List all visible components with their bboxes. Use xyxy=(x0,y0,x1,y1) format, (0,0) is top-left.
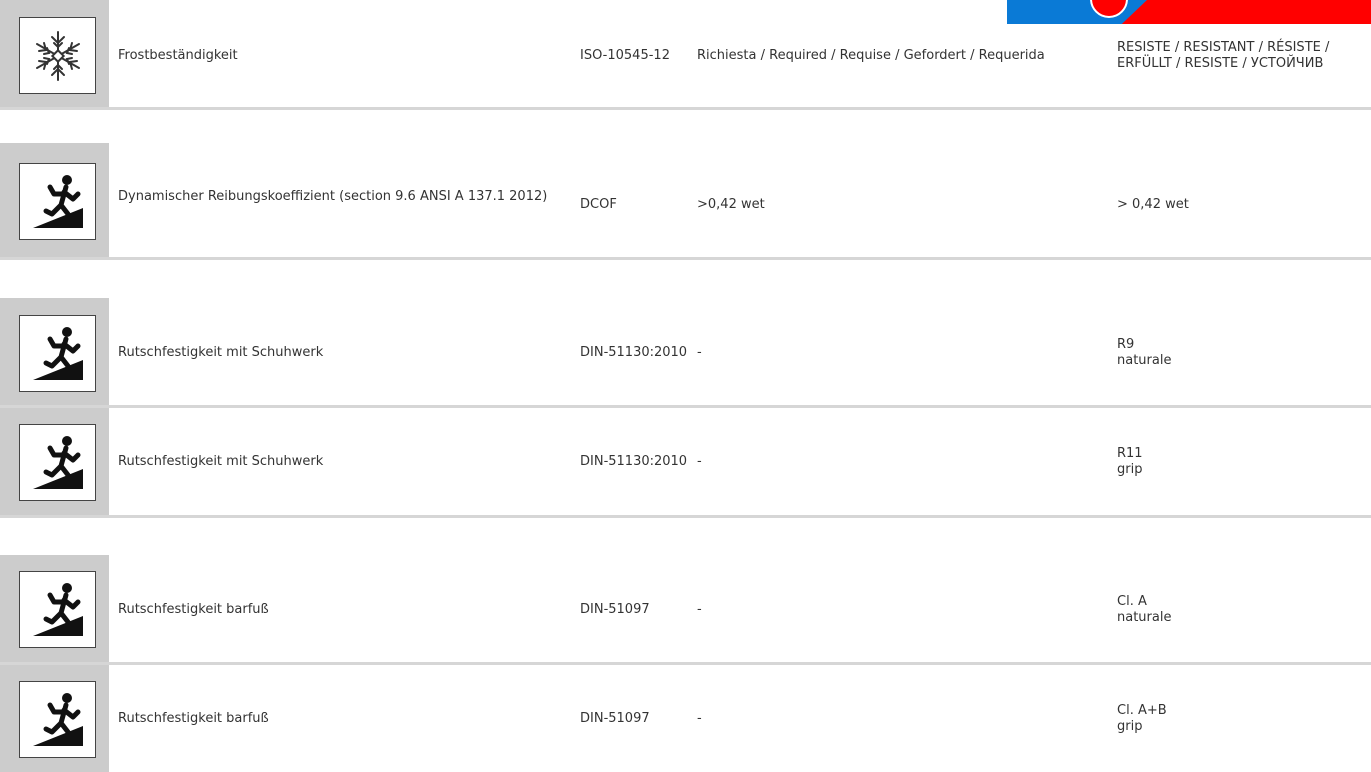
requirement-text: - xyxy=(697,345,702,360)
norm-code: DIN-51130:2010 xyxy=(580,345,688,360)
result-value: R9 naturale xyxy=(1117,337,1367,369)
icon-cell xyxy=(0,408,109,515)
result-value-line1: R11 xyxy=(1117,446,1143,461)
property-name: Dynamischer Reibungskoeffizient (section… xyxy=(118,189,548,204)
property-name: Rutschfestigkeit barfuß xyxy=(118,602,269,617)
property-name: Frostbeständigkeit xyxy=(118,48,238,63)
table-row: Rutschfestigkeit mit Schuhwerk DIN-51130… xyxy=(0,298,1371,408)
slip-hazard-icon xyxy=(19,424,96,501)
table-row: Dynamischer Reibungskoeffizient (section… xyxy=(0,143,1371,260)
property-name: Rutschfestigkeit barfuß xyxy=(118,711,269,726)
result-value-line2: naturale xyxy=(1117,610,1172,625)
requirement-text: - xyxy=(697,454,702,469)
requirement-text: >0,42 wet xyxy=(697,197,765,212)
icon-cell xyxy=(0,0,109,107)
icon-cell xyxy=(0,143,109,257)
norm-code: DIN-51097 xyxy=(580,711,650,726)
result-value-line1: > 0,42 wet xyxy=(1117,197,1189,212)
property-name: Rutschfestigkeit mit Schuhwerk xyxy=(118,345,324,360)
table-row: Rutschfestigkeit barfuß DIN-51097 - Cl. … xyxy=(0,555,1371,665)
requirement-text: Richiesta / Required / Requise / Geforde… xyxy=(697,48,1045,63)
norm-code: ISO-10545-12 xyxy=(580,48,670,63)
norm-code: DCOF xyxy=(580,197,617,212)
result-value-line1: R9 xyxy=(1117,337,1135,352)
norm-code: DIN-51097 xyxy=(580,602,650,617)
result-value: > 0,42 wet xyxy=(1117,197,1367,213)
result-value-line1: Cl. A+B xyxy=(1117,703,1167,718)
slip-hazard-icon xyxy=(19,681,96,758)
icon-cell xyxy=(0,555,109,662)
requirement-text: - xyxy=(697,711,702,726)
property-name: Rutschfestigkeit mit Schuhwerk xyxy=(118,454,324,469)
snowflake-icon xyxy=(19,17,96,94)
table-row: Rutschfestigkeit mit Schuhwerk DIN-51130… xyxy=(0,408,1371,518)
slip-hazard-icon xyxy=(19,163,96,240)
requirement-text: - xyxy=(697,602,702,617)
slip-hazard-icon xyxy=(19,315,96,392)
result-value-line2: ERFÜLLT / RESISTE / УСТОЙЧИВ xyxy=(1117,56,1324,71)
icon-cell xyxy=(0,298,109,405)
result-value: Cl. A+B grip xyxy=(1117,703,1367,735)
result-value-line2: naturale xyxy=(1117,353,1172,368)
result-value-line1: Cl. A xyxy=(1117,594,1147,609)
result-value: RESISTE / RESISTANT / RÉSISTE / ERFÜLLT … xyxy=(1117,40,1367,72)
slip-hazard-icon xyxy=(19,571,96,648)
result-value: Cl. A naturale xyxy=(1117,594,1367,626)
result-value: R11 grip xyxy=(1117,446,1367,478)
result-value-line2: grip xyxy=(1117,719,1143,734)
result-value-line1: RESISTE / RESISTANT / RÉSISTE / xyxy=(1117,40,1330,55)
table-row: Frostbeständigkeit ISO-10545-12 Richiest… xyxy=(0,0,1371,110)
norm-code: DIN-51130:2010 xyxy=(580,454,688,469)
result-value-line2: grip xyxy=(1117,462,1143,477)
icon-cell xyxy=(0,665,109,772)
table-row: Rutschfestigkeit barfuß DIN-51097 - Cl. … xyxy=(0,665,1371,772)
